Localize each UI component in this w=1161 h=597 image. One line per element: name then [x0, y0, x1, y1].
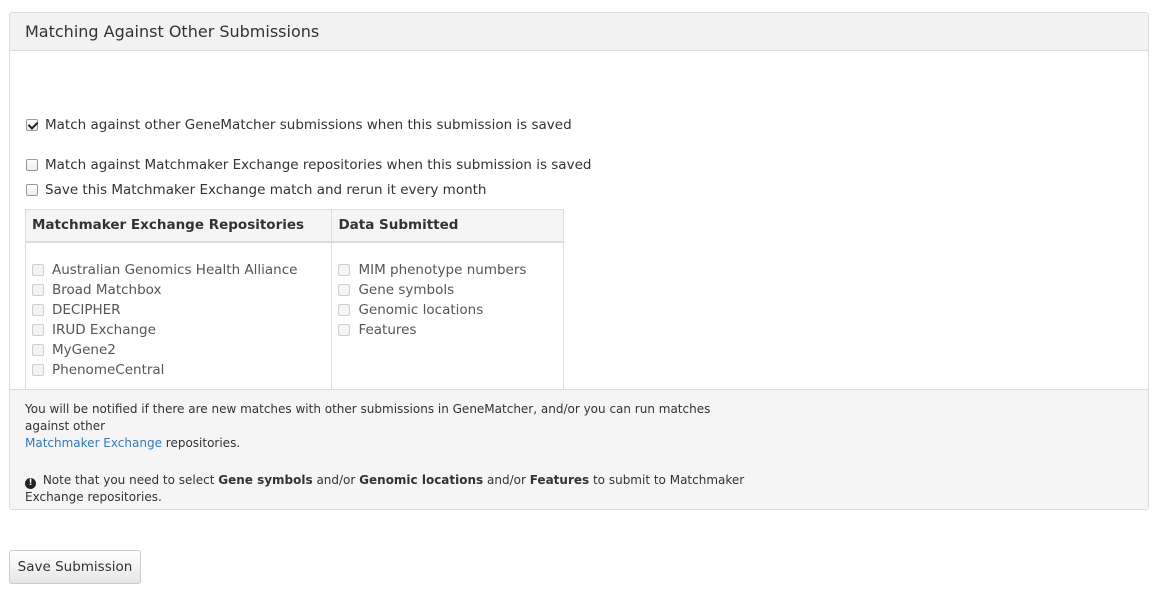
panel-body: Match against other GeneMatcher submissi…	[10, 51, 1148, 393]
note-gene-symbols: Gene symbols	[218, 473, 313, 487]
repo-item-decipher[interactable]: DECIPHER	[32, 300, 325, 320]
note-pre: Note that you need to select	[39, 473, 219, 487]
repo-checkbox[interactable]	[32, 343, 44, 356]
data-label: Features	[358, 321, 417, 338]
notification-text: You will be notified if there are new ma…	[25, 401, 745, 452]
repo-item-broad[interactable]: Broad Matchbox	[32, 280, 325, 300]
data-item-mim[interactable]: MIM phenotype numbers	[338, 260, 557, 280]
repositories-cell: Australian Genomics Health Alliance Broa…	[24, 241, 333, 393]
repo-label: Broad Matchbox	[52, 281, 162, 298]
data-label: Genomic locations	[358, 301, 484, 318]
monthly-rerun-option[interactable]: Save this Matchmaker Exchange match and …	[26, 182, 486, 198]
panel-footer: You will be notified if there are new ma…	[10, 389, 1148, 509]
matching-panel: Matching Against Other Submissions Match…	[9, 12, 1149, 510]
mme-option[interactable]: Match against Matchmaker Exchange reposi…	[26, 157, 591, 173]
repo-label: Australian Genomics Health Alliance	[52, 261, 298, 278]
data-item-gene-symbols[interactable]: Gene symbols	[338, 280, 557, 300]
genematcher-label: Match against other GeneMatcher submissi…	[45, 117, 572, 133]
monthly-rerun-checkbox[interactable]	[26, 184, 38, 196]
save-submission-button[interactable]: Save Submission	[9, 550, 141, 584]
data-label: Gene symbols	[358, 281, 455, 298]
matchmaker-exchange-link[interactable]: Matchmaker Exchange	[25, 436, 162, 450]
repo-item-mygene2[interactable]: MyGene2	[32, 340, 325, 360]
mme-label: Match against Matchmaker Exchange reposi…	[45, 157, 592, 173]
data-submitted-header: Data Submitted	[331, 209, 564, 243]
data-submitted-cell: MIM phenotype numbers Gene symbols Genom…	[331, 241, 564, 393]
data-checkbox[interactable]	[338, 283, 351, 296]
repositories-table: Matchmaker Exchange Repositories Data Su…	[24, 209, 564, 393]
exclamation-circle-icon: !	[25, 478, 36, 489]
note-text: ! Note that you need to select Gene symb…	[25, 472, 745, 506]
genematcher-option[interactable]: Match against other GeneMatcher submissi…	[26, 117, 572, 133]
panel-title: Matching Against Other Submissions	[10, 13, 1148, 51]
repo-label: PhenomeCentral	[52, 361, 165, 378]
data-checkbox[interactable]	[338, 323, 351, 336]
repo-label: DECIPHER	[52, 301, 121, 318]
data-checkbox[interactable]	[338, 303, 351, 316]
repo-checkbox[interactable]	[32, 263, 44, 276]
repo-checkbox[interactable]	[32, 303, 44, 316]
repo-item-irud[interactable]: IRUD Exchange	[32, 320, 325, 340]
mme-checkbox[interactable]	[26, 159, 38, 171]
repo-checkbox[interactable]	[32, 283, 44, 296]
repo-label: MyGene2	[52, 341, 116, 358]
repo-checkbox[interactable]	[32, 323, 44, 336]
data-checkbox[interactable]	[338, 263, 351, 276]
monthly-rerun-label: Save this Matchmaker Exchange match and …	[45, 182, 487, 198]
note-mid: and/or	[483, 473, 530, 487]
note-features: Features	[529, 473, 590, 487]
data-label: MIM phenotype numbers	[358, 261, 527, 278]
note-mid: and/or	[312, 473, 360, 487]
data-item-genomic-locations[interactable]: Genomic locations	[338, 300, 557, 320]
notification-text-start: You will be notified if there are new ma…	[25, 402, 711, 433]
note-genomic-locations: Genomic locations	[359, 473, 484, 487]
repo-item-phenomecentral[interactable]: PhenomeCentral	[32, 360, 325, 380]
repositories-header: Matchmaker Exchange Repositories	[24, 209, 333, 243]
notification-text-end: repositories.	[161, 436, 241, 450]
repo-label: IRUD Exchange	[52, 321, 156, 338]
repo-item-agha[interactable]: Australian Genomics Health Alliance	[32, 260, 325, 280]
repo-checkbox[interactable]	[32, 363, 44, 376]
data-item-features[interactable]: Features	[338, 320, 557, 340]
genematcher-checkbox[interactable]	[26, 119, 38, 131]
